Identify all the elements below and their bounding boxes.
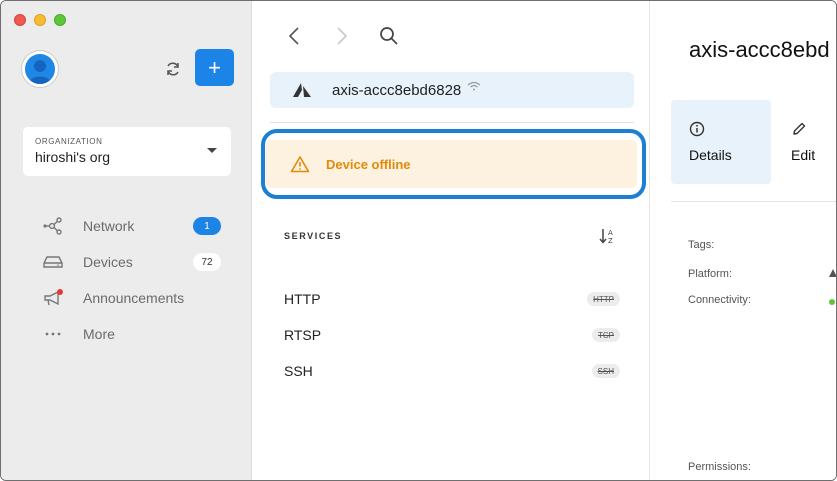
service-protocol-tag: TCP — [592, 328, 620, 342]
devices-count-badge: 72 — [193, 253, 221, 271]
sidebar-item-label: More — [83, 326, 115, 342]
sidebar-item-label: Devices — [83, 254, 133, 270]
platform-logo-icon — [829, 269, 836, 277]
service-name: RTSP — [284, 327, 322, 343]
window-zoom-button[interactable] — [54, 14, 66, 26]
window-close-button[interactable] — [14, 14, 26, 26]
service-name: SSH — [284, 363, 313, 379]
highlight-ring — [261, 129, 646, 199]
caret-down-icon — [207, 148, 217, 153]
organization-select[interactable]: ORGANIZATION hiroshi's org — [23, 127, 231, 176]
tab-label: Edit — [791, 147, 816, 163]
network-count-badge: 1 — [193, 217, 221, 235]
plus-icon: + — [208, 54, 221, 80]
chevron-left-icon — [288, 27, 299, 45]
device-header[interactable]: axis-accc8ebd6828 — [270, 72, 634, 108]
pencil-icon — [793, 122, 806, 135]
sidebar: + ORGANIZATION hiroshi's org Network 1 D… — [1, 1, 252, 480]
organization-label: ORGANIZATION — [35, 137, 103, 146]
tab-details[interactable]: Details — [671, 100, 771, 184]
permissions-label: Permissions: — [688, 461, 751, 473]
avatar[interactable] — [22, 51, 58, 87]
forward-button[interactable] — [331, 25, 353, 47]
search-button[interactable] — [378, 25, 400, 47]
svg-text:A: A — [608, 229, 613, 237]
tags-label: Tags: — [688, 239, 715, 251]
add-button[interactable]: + — [195, 49, 234, 86]
devices-icon — [41, 252, 65, 272]
tab-edit[interactable]: Edit — [779, 100, 836, 184]
service-name: HTTP — [284, 291, 321, 307]
search-icon — [380, 27, 398, 45]
platform-label: Platform: — [688, 268, 733, 280]
service-row-http[interactable]: HTTP HTTP — [284, 288, 620, 310]
tab-label: Details — [689, 147, 732, 163]
sidebar-item-label: Announcements — [83, 290, 185, 306]
info-icon — [689, 121, 705, 137]
services-title: SERVICES — [284, 231, 343, 241]
divider — [270, 122, 634, 123]
details-panel: axis-accc8ebd Details Edit Tags: Platfor… — [651, 1, 836, 480]
sidebar-item-network[interactable]: Network 1 — [41, 214, 221, 238]
service-protocol-tag: HTTP — [587, 292, 620, 306]
sidebar-item-label: Network — [83, 218, 135, 234]
wifi-icon — [467, 81, 481, 91]
app-window: + ORGANIZATION hiroshi's org Network 1 D… — [0, 0, 837, 481]
divider — [671, 201, 836, 202]
service-row-rtsp[interactable]: RTSP TCP — [284, 324, 620, 346]
device-name: axis-accc8ebd6828 — [332, 81, 462, 99]
status-dot-icon — [829, 299, 835, 305]
service-protocol-tag: SSH — [591, 364, 620, 378]
sidebar-item-announcements[interactable]: Announcements — [41, 286, 221, 310]
svg-text:Z: Z — [608, 237, 613, 245]
service-row-ssh[interactable]: SSH SSH — [284, 360, 620, 382]
device-title: axis-accc8ebd — [689, 37, 830, 62]
connectivity-label: Connectivity: — [688, 294, 751, 306]
back-button[interactable] — [283, 25, 305, 47]
megaphone-icon — [41, 288, 65, 308]
sidebar-item-more[interactable]: More — [41, 322, 221, 346]
chevron-right-icon — [337, 27, 348, 45]
device-panel: axis-accc8ebd6828 Device offline SERVICE… — [252, 1, 650, 480]
sidebar-item-devices[interactable]: Devices 72 — [41, 250, 221, 274]
window-minimize-button[interactable] — [34, 14, 46, 26]
refresh-icon — [167, 62, 179, 76]
user-icon — [28, 60, 52, 84]
network-icon — [41, 216, 65, 236]
organization-value: hiroshi's org — [35, 149, 111, 165]
more-icon — [41, 324, 65, 344]
axis-logo-icon — [293, 83, 311, 97]
sort-alpha-icon[interactable]: A Z — [598, 226, 618, 246]
refresh-button[interactable] — [162, 58, 184, 80]
